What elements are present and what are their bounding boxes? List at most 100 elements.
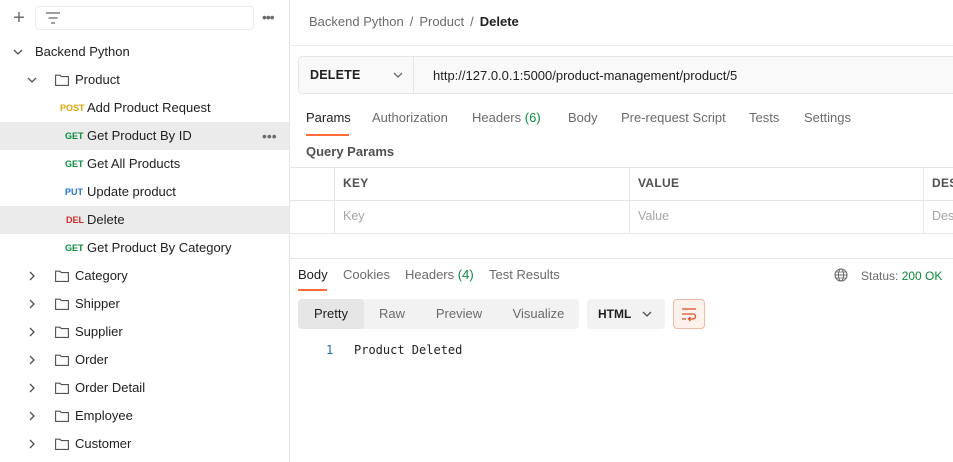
folder-label: Supplier <box>75 324 123 339</box>
folder-icon <box>55 74 69 86</box>
folder-label: Product <box>75 72 120 87</box>
wrap-lines-button[interactable] <box>673 299 705 329</box>
request-label: Add Product Request <box>87 100 211 115</box>
folder-row[interactable]: Employee <box>0 402 289 430</box>
request-row[interactable]: GET Get All Products <box>0 150 289 178</box>
response-body-text: Product Deleted <box>354 343 463 357</box>
method-select-value: DELETE <box>310 68 361 82</box>
status-label: Status: <box>861 269 899 283</box>
breadcrumb-separator: / <box>470 14 474 29</box>
folder-label: Order Detail <box>75 380 146 395</box>
more-options-icon[interactable]: ••• <box>262 10 278 26</box>
active-tab-indicator <box>298 289 327 291</box>
request-label: Get Product By Category <box>87 240 232 255</box>
column-header-description: DES <box>932 176 953 190</box>
view-pretty-button[interactable]: Pretty <box>298 299 364 329</box>
breadcrumb-separator: / <box>409 14 414 29</box>
url-bar: DELETE <box>298 56 953 94</box>
tab-count: (4) <box>457 267 474 282</box>
tab-count: (6) <box>524 110 541 125</box>
table-border <box>923 167 924 234</box>
collection-label: Backend Python <box>35 44 130 59</box>
collection-row[interactable]: Backend Python <box>0 38 289 66</box>
method-badge: GET <box>65 243 84 253</box>
chevron-down-icon <box>393 72 403 78</box>
breadcrumb-item[interactable]: Backend Python <box>309 14 404 29</box>
view-preview-button[interactable]: Preview <box>420 299 498 329</box>
tab-response-body[interactable]: Body <box>298 267 328 291</box>
method-badge: POST <box>60 103 85 113</box>
chevron-right-icon <box>29 299 35 309</box>
folder-row[interactable]: Customer <box>0 430 289 458</box>
chevron-down-icon <box>642 311 652 317</box>
folder-row[interactable]: Order Detail <box>0 374 289 402</box>
tab-authorization[interactable]: Authorization <box>372 108 448 136</box>
chevron-right-icon <box>29 439 35 449</box>
wrap-lines-icon <box>682 308 697 322</box>
request-row-selected[interactable]: DEL Delete <box>0 206 289 234</box>
folder-row[interactable]: Supplier <box>0 318 289 346</box>
chevron-right-icon <box>29 411 35 421</box>
format-select[interactable]: HTML <box>587 299 665 329</box>
more-options-icon[interactable]: ••• <box>262 122 277 150</box>
globe-icon[interactable] <box>834 268 848 282</box>
tab-test-results[interactable]: Test Results <box>489 267 560 282</box>
tab-label: Headers <box>405 267 455 282</box>
tab-label: Tests <box>749 110 780 125</box>
request-row[interactable]: GET Get Product By ID ••• <box>0 122 289 150</box>
method-badge: GET <box>65 131 84 141</box>
tab-label: Body <box>298 267 328 282</box>
tab-cookies[interactable]: Cookies <box>343 267 390 282</box>
tab-label: Headers <box>472 110 522 125</box>
status-value[interactable]: 200 OK <box>902 269 943 283</box>
tab-params[interactable]: Params <box>306 108 351 136</box>
tab-label: Params <box>306 110 351 125</box>
breadcrumb-item[interactable]: Product <box>419 14 464 29</box>
tab-headers[interactable]: Headers (6) <box>472 108 541 136</box>
method-badge: GET <box>65 159 84 169</box>
folder-icon <box>55 410 69 422</box>
folder-icon <box>55 382 69 394</box>
method-select[interactable]: DELETE <box>299 57 414 93</box>
folder-row[interactable]: Order <box>0 346 289 374</box>
request-row[interactable]: PUT Update product <box>0 178 289 206</box>
table-border <box>334 167 335 234</box>
tab-label: Authorization <box>372 110 448 125</box>
folder-label: Customer <box>75 436 132 451</box>
add-icon[interactable]: + <box>10 8 28 28</box>
query-params-table: KEY VALUE DES Key Value Des <box>290 167 953 234</box>
divider <box>290 45 953 46</box>
method-badge: PUT <box>65 187 83 197</box>
tab-settings[interactable]: Settings <box>804 108 851 136</box>
value-input[interactable]: Value <box>638 209 669 223</box>
chevron-down-icon <box>13 49 23 55</box>
chevron-right-icon <box>29 355 35 365</box>
tab-pre-request-script[interactable]: Pre-request Script <box>621 108 726 136</box>
column-header-value: VALUE <box>638 176 680 190</box>
format-select-value: HTML <box>598 307 632 321</box>
table-border <box>629 167 630 234</box>
view-visualize-button[interactable]: Visualize <box>498 299 579 329</box>
tab-body[interactable]: Body <box>568 108 598 136</box>
breadcrumb-current[interactable]: Delete <box>480 14 519 29</box>
view-raw-button[interactable]: Raw <box>364 299 420 329</box>
folder-label: Shipper <box>75 296 120 311</box>
folder-icon <box>55 354 69 366</box>
request-row[interactable]: GET Get Product By Category <box>0 234 289 262</box>
tab-label: Test Results <box>489 267 560 282</box>
filter-input[interactable] <box>35 6 254 30</box>
folder-row-product[interactable]: Product <box>0 66 289 94</box>
folder-row[interactable]: Category <box>0 262 289 290</box>
request-row[interactable]: POST Add Product Request <box>0 94 289 122</box>
description-input[interactable]: Des <box>932 209 953 223</box>
request-panel: Backend Python / Product / Delete DELETE Par… <box>290 0 953 462</box>
tab-tests[interactable]: Tests <box>749 108 779 136</box>
folder-row[interactable]: Shipper <box>0 290 289 318</box>
chevron-right-icon <box>29 327 35 337</box>
divider <box>290 258 953 259</box>
table-border <box>290 200 953 201</box>
key-input[interactable]: Key <box>343 209 365 223</box>
tab-response-headers[interactable]: Headers (4) <box>405 267 474 282</box>
tab-label: Cookies <box>343 267 390 282</box>
url-input[interactable] <box>423 57 953 93</box>
